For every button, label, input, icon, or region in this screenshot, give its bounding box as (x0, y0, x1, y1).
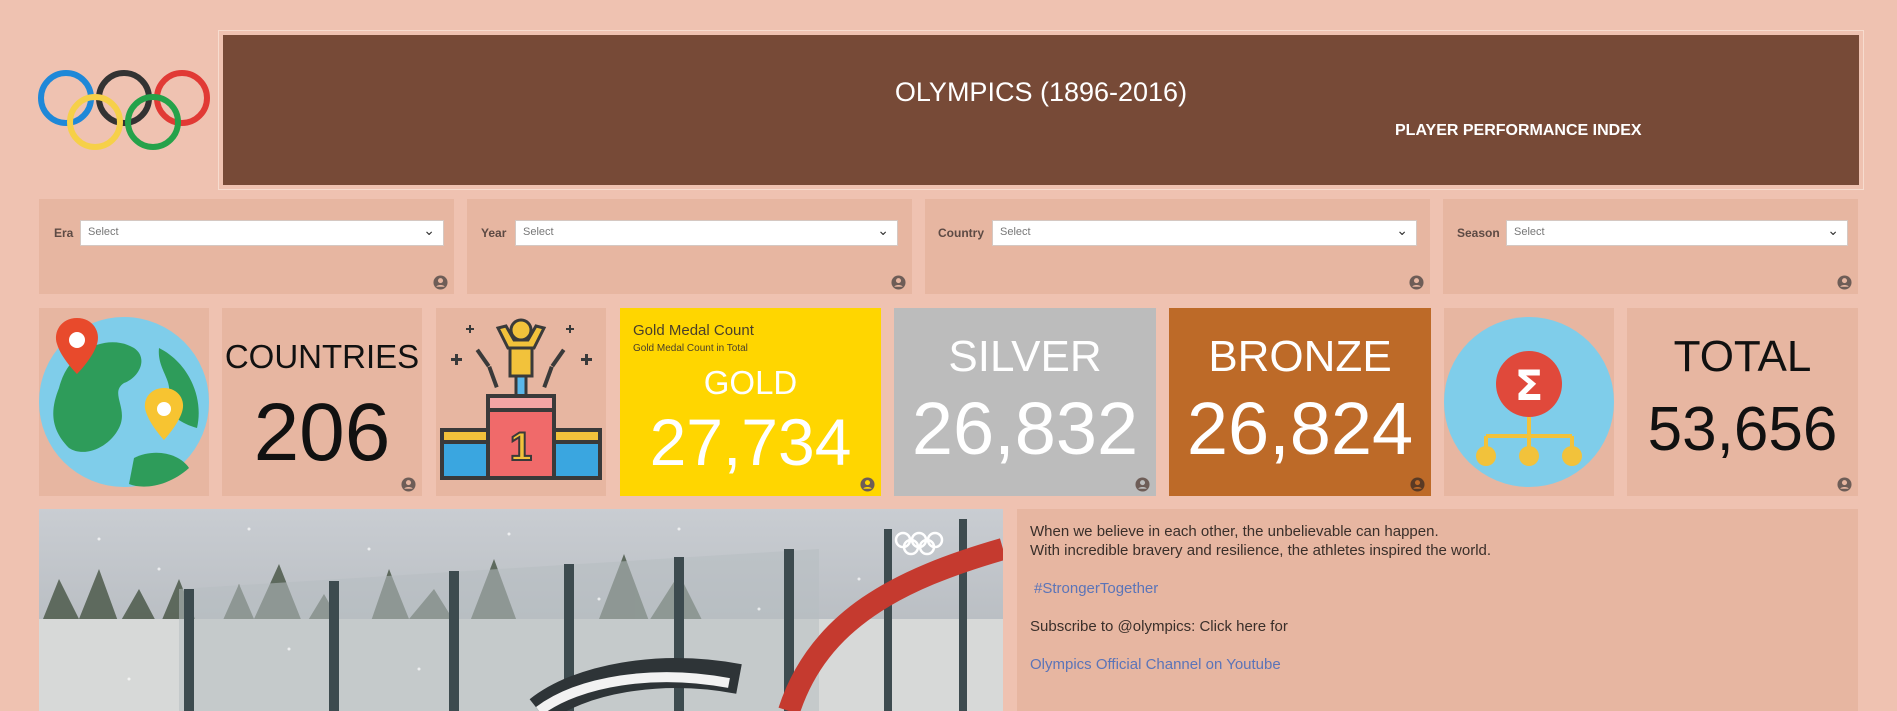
globe-map-pin-icon (39, 317, 209, 487)
select-value: Select (523, 226, 554, 238)
podium-tile: 1 (436, 308, 606, 496)
user-icon (891, 275, 906, 290)
subscribe-text: Subscribe to @olympics: Click here for (1030, 618, 1288, 635)
sigma-hierarchy-icon: Σ (1444, 317, 1614, 487)
user-icon (1410, 477, 1425, 492)
user-icon (1135, 477, 1150, 492)
sigma-tile: Σ (1444, 308, 1614, 496)
kpi-value: 26,824 (1186, 387, 1414, 470)
winter-sport-photo (39, 509, 1003, 711)
kpi-label: COUNTRIES (224, 338, 420, 375)
kpi-label: BRONZE (1208, 332, 1392, 381)
chevron-down-icon: ⌄ (1396, 222, 1408, 238)
olympic-rings-logo (36, 68, 212, 152)
info-text-line: When we believe in each other, the unbel… (1030, 523, 1439, 540)
youtube-channel-link[interactable]: Olympics Official Channel on Youtube (1030, 656, 1281, 673)
hashtag-link[interactable]: #StrongerTogether (1034, 580, 1158, 597)
user-icon (1837, 275, 1852, 290)
svg-text:1: 1 (510, 425, 532, 469)
podium-winner-icon: 1 (440, 318, 602, 480)
country-select[interactable]: Select ⌄ (992, 220, 1417, 246)
filter-country: Country Select ⌄ (925, 199, 1430, 294)
filter-era: Era Select ⌄ (39, 199, 454, 294)
select-value: Select (88, 226, 119, 238)
user-icon (433, 275, 448, 290)
era-select[interactable]: Select ⌄ (80, 220, 444, 246)
filter-year: Year Select ⌄ (467, 199, 912, 294)
kpi-value: 27,734 (649, 405, 852, 479)
select-value: Select (1000, 226, 1031, 238)
kpi-label: GOLD (703, 364, 798, 401)
total-kpi-card: TOTAL 53,656 (1627, 308, 1858, 496)
gold-kpi-card: Gold Medal Count Gold Medal Count in Tot… (620, 308, 881, 496)
header-banner: OLYMPICS (1896-2016) PLAYER PERFORMANCE … (223, 35, 1859, 185)
year-select[interactable]: Select ⌄ (515, 220, 898, 246)
filter-label: Country (938, 226, 984, 240)
kpi-label: TOTAL (1673, 332, 1812, 381)
chevron-down-icon: ⌄ (877, 222, 889, 238)
kpi-label: SILVER (948, 332, 1102, 381)
filter-label: Season (1457, 226, 1500, 240)
user-icon (1837, 477, 1852, 492)
globe-tile (39, 308, 209, 496)
season-select[interactable]: Select ⌄ (1506, 220, 1848, 246)
info-text-line: With incredible bravery and resilience, … (1030, 542, 1492, 559)
bronze-kpi-card: BRONZE 26,824 (1169, 308, 1431, 496)
kpi-value: 26,832 (911, 387, 1139, 470)
kpi-value: 206 (253, 387, 391, 478)
user-icon (1409, 275, 1424, 290)
card-subheader: Gold Medal Count in Total (633, 343, 748, 354)
chevron-down-icon: ⌄ (1827, 222, 1839, 238)
countries-kpi-card: COUNTRIES 206 (222, 308, 422, 496)
page-subtitle: PLAYER PERFORMANCE INDEX (1395, 122, 1642, 139)
filter-season: Season Select ⌄ (1443, 199, 1858, 294)
svg-text:Σ: Σ (1515, 361, 1544, 410)
page-title: OLYMPICS (1896-2016) (894, 77, 1188, 107)
user-icon (401, 477, 416, 492)
chevron-down-icon: ⌄ (423, 222, 435, 238)
info-panel: When we believe in each other, the unbel… (1017, 509, 1858, 711)
select-value: Select (1514, 226, 1545, 238)
filter-label: Era (54, 226, 74, 240)
user-icon (860, 477, 875, 492)
filter-label: Year (481, 226, 507, 240)
card-header: Gold Medal Count (633, 322, 754, 339)
silver-kpi-card: SILVER 26,832 (894, 308, 1156, 496)
kpi-value: 53,656 (1647, 395, 1838, 464)
